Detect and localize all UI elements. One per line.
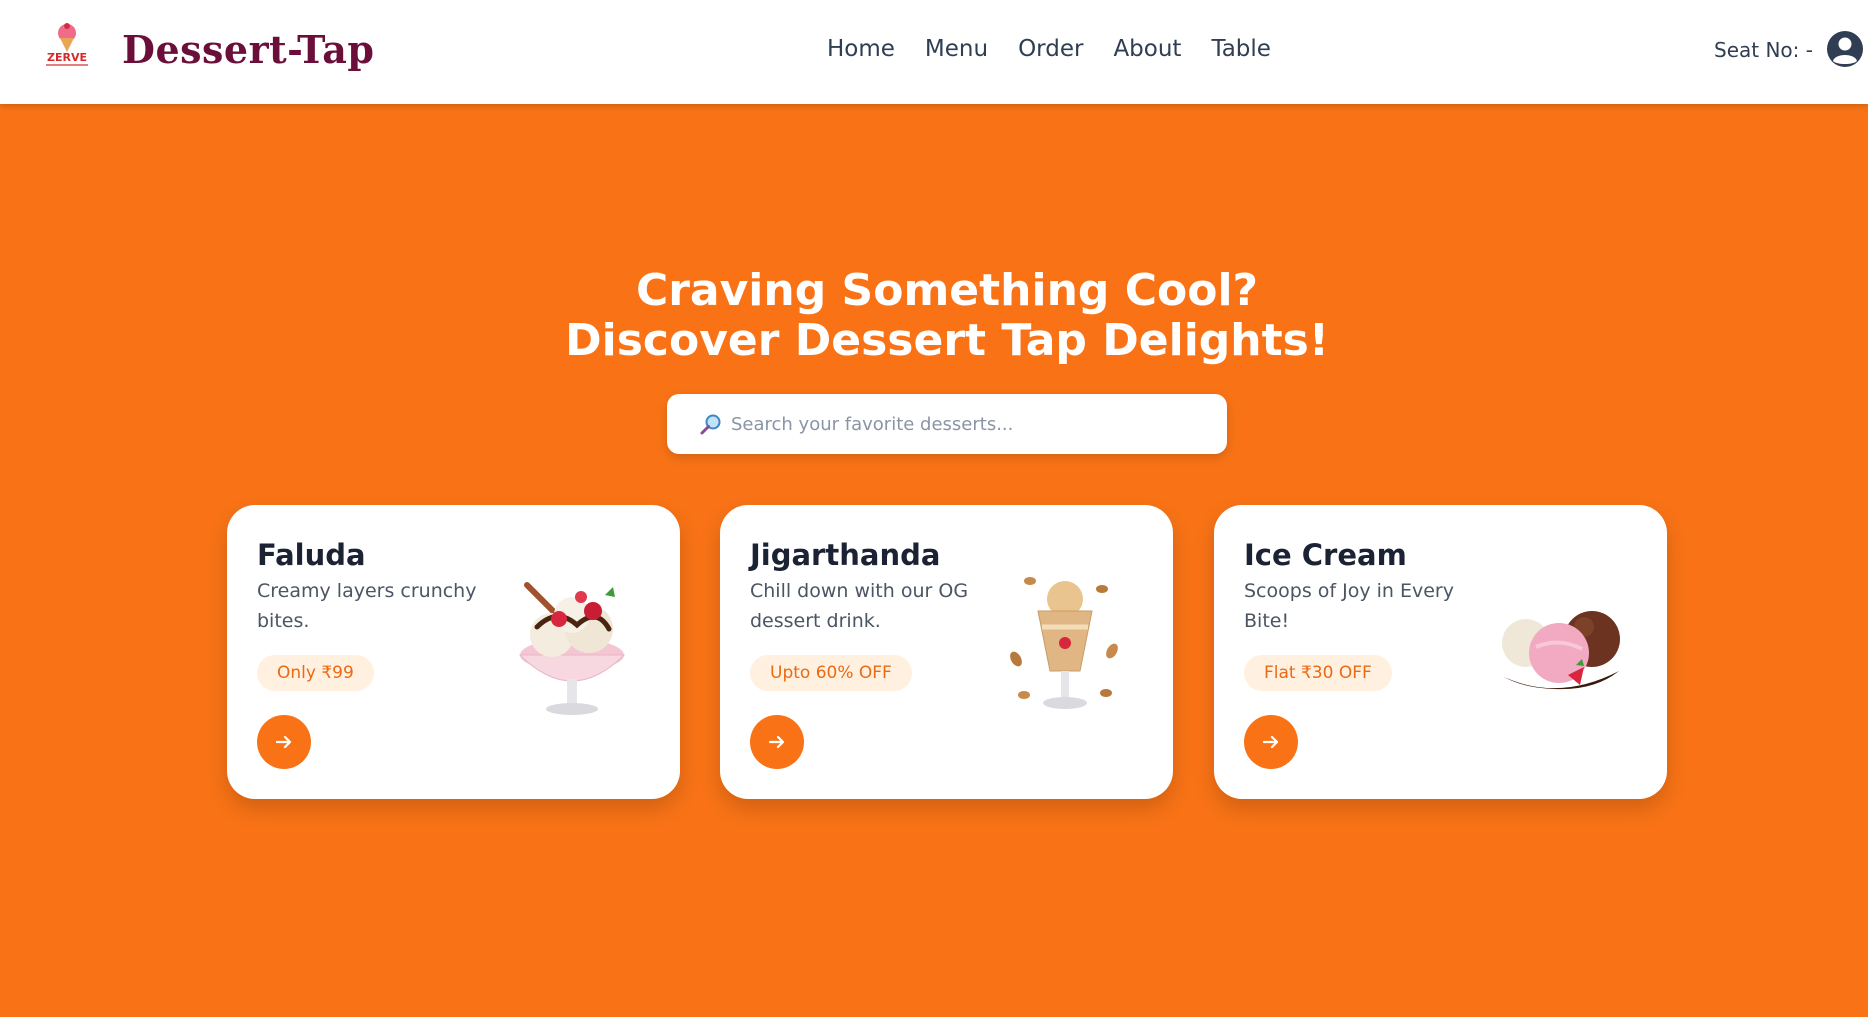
magnifier-icon: [699, 412, 723, 436]
nav-links: Home Menu Order About Table: [827, 36, 1271, 62]
nav-item-about[interactable]: About: [1113, 36, 1181, 62]
card-arrow-button[interactable]: [750, 715, 804, 769]
offer-badge: Flat ₹30 OFF: [1244, 655, 1392, 691]
dessert-card-jigarthanda[interactable]: Jigarthanda Chill down with our OG desse…: [720, 505, 1173, 799]
ice-cream-cone-icon: ZERVE: [46, 23, 88, 66]
logo-text: ZERVE: [47, 51, 87, 64]
card-description: Chill down with our OG dessert drink.: [750, 580, 969, 632]
arrow-right-icon: [768, 735, 785, 749]
hero-title-line1: Craving Something Cool?: [635, 265, 1259, 316]
search-box[interactable]: [667, 394, 1227, 454]
nav-item-order[interactable]: Order: [1018, 36, 1083, 62]
brand-title[interactable]: Dessert-Tap: [122, 27, 374, 72]
brand-logo[interactable]: ZERVE: [40, 22, 94, 72]
card-title: Jigarthanda: [750, 538, 941, 572]
seat-number: Seat No: -: [1714, 38, 1813, 62]
search-input[interactable]: [731, 404, 1201, 444]
nav-item-menu[interactable]: Menu: [925, 36, 988, 62]
card-arrow-button[interactable]: [1244, 715, 1298, 769]
hero-title: Craving Something Cool? Discover Dessert…: [0, 266, 1868, 366]
card-description: Scoops of Joy in Every Bite!: [1244, 580, 1454, 632]
hero-title-line2: Discover Dessert Tap Delights!: [565, 315, 1329, 366]
card-description: Creamy layers crunchy bites.: [257, 580, 477, 632]
dessert-card-ice-cream[interactable]: Ice Cream Scoops of Joy in Every Bite! F…: [1214, 505, 1667, 799]
arrow-right-icon: [275, 735, 292, 749]
nav-item-table[interactable]: Table: [1211, 36, 1270, 62]
card-title: Faluda: [257, 538, 366, 572]
offer-badge: Only ₹99: [257, 655, 374, 691]
jigarthanda-drink-image: [990, 567, 1140, 727]
card-title: Ice Cream: [1244, 538, 1407, 572]
ice-cream-scoops-image: [1484, 567, 1634, 727]
navbar: ZERVE Dessert-Tap Home Menu Order About …: [0, 0, 1868, 104]
dessert-card-faluda[interactable]: Faluda Creamy layers crunchy bites. Only…: [227, 505, 680, 799]
faluda-sundae-image: [497, 567, 647, 727]
card-arrow-button[interactable]: [257, 715, 311, 769]
offer-badge: Upto 60% OFF: [750, 655, 912, 691]
nav-item-home[interactable]: Home: [827, 36, 895, 62]
user-circle-icon[interactable]: [1826, 30, 1864, 68]
arrow-right-icon: [1262, 735, 1279, 749]
